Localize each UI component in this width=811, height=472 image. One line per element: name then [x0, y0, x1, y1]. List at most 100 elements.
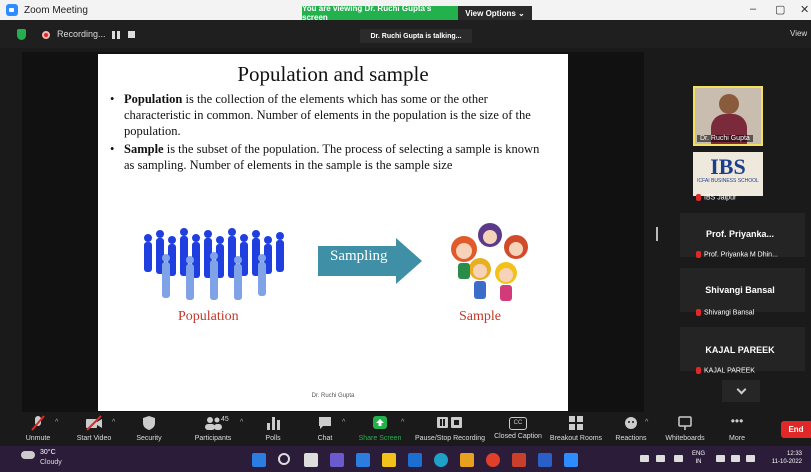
polls-button[interactable]: Polls [258, 414, 288, 442]
sample-caption: Sample [459, 309, 501, 324]
more-dots-icon: ••• [730, 414, 744, 428]
whiteboards-button[interactable]: Whiteboards [662, 414, 708, 442]
mic-muted-icon [696, 367, 701, 374]
edge-icon[interactable] [434, 453, 448, 467]
participant-name: IBS Jaipur [696, 194, 736, 201]
participant-display-name: Prof. Priyanka... [705, 229, 775, 239]
ibs-logo-subtitle: ICFAI BUSINESS SCHOOL [697, 178, 759, 184]
cloud-icon [21, 451, 35, 459]
weather-temperature[interactable]: 30°C [40, 449, 56, 456]
whiteboard-icon [678, 416, 692, 430]
population-crowd-image [144, 228, 284, 300]
chat-icon [319, 417, 331, 429]
system-clock[interactable]: 12:33 11-10-2022 [762, 450, 802, 466]
bolt-app-icon[interactable] [460, 453, 474, 467]
active-speaker-indicator: Dr. Ruchi Gupta is talking... [360, 29, 472, 43]
teams-chat-icon[interactable] [330, 453, 344, 467]
chrome-icon[interactable] [486, 453, 500, 467]
share-screen-button[interactable]: Share Screen [356, 414, 404, 442]
search-icon[interactable] [278, 453, 290, 465]
pause-stop-icon [437, 417, 462, 428]
end-meeting-button[interactable]: End [781, 421, 811, 438]
mic-muted-icon [31, 415, 45, 431]
task-view-icon[interactable] [304, 453, 318, 467]
wifi-icon[interactable] [716, 455, 725, 462]
word-icon[interactable] [538, 453, 552, 467]
pause-recording-icon[interactable] [112, 31, 120, 39]
recording-label: Recording... [57, 29, 106, 39]
mic-muted-icon [696, 309, 701, 316]
security-button[interactable]: Security [132, 414, 166, 442]
mic-muted-icon [696, 251, 701, 258]
stop-recording-icon[interactable] [128, 31, 135, 38]
participants-count: 45 [221, 416, 229, 423]
participant-name: KAJAL PAREEK [696, 367, 755, 374]
battery-icon[interactable] [674, 455, 683, 462]
view-options-button[interactable]: View Options ⌄ [458, 6, 532, 20]
shared-slide: Population and sample • Population is the… [98, 54, 568, 411]
participant-display-name: KAJAL PAREEK [705, 345, 775, 355]
chat-button[interactable]: Chat [310, 414, 340, 442]
slide-footer: Dr. Ruchi Gupta [311, 393, 355, 399]
file-explorer-icon[interactable] [382, 453, 396, 467]
audio-options-caret[interactable]: ^ [55, 419, 58, 426]
pause-stop-recording-button[interactable]: Pause/Stop Recording [412, 414, 488, 442]
slide-title: Population and sample [237, 62, 429, 86]
zoom-icon [6, 4, 18, 16]
zoom-taskbar-icon[interactable] [564, 453, 578, 467]
panel-resize-handle[interactable] [656, 227, 658, 241]
sampling-label: Sampling [330, 248, 388, 264]
input-language[interactable]: ENG IN [692, 450, 705, 466]
unmute-button[interactable]: Unmute [20, 414, 56, 442]
participants-options-caret[interactable]: ^ [240, 419, 243, 426]
participant-tile-logo[interactable]: IBS ICFAI BUSINESS SCHOOL [693, 152, 763, 196]
battery-status-icon[interactable] [746, 455, 755, 462]
video-options-caret[interactable]: ^ [112, 419, 115, 426]
participant-face [719, 94, 739, 114]
bullet-population: • Population is the collection of the ele… [110, 92, 531, 138]
tray-chevron-icon[interactable] [640, 455, 649, 462]
cc-icon: CC [509, 417, 527, 430]
closed-caption-button[interactable]: CC Closed Caption [492, 414, 544, 440]
more-button[interactable]: ••• More [722, 414, 752, 442]
population-caption: Population [178, 309, 239, 324]
onedrive-icon[interactable] [656, 455, 665, 462]
polls-icon [267, 417, 280, 430]
screen-share-banner: You are viewing Dr. Ruchi Gupta's screen [302, 4, 458, 22]
participant-tile-video[interactable]: Dr. Ruchi Gupta [693, 86, 763, 146]
window-title: Zoom Meeting [24, 4, 88, 16]
share-options-caret[interactable]: ^ [401, 419, 404, 426]
windows-start-icon[interactable] [252, 453, 266, 467]
participant-name: Dr. Ruchi Gupta [697, 135, 753, 142]
view-button[interactable]: View [790, 29, 807, 38]
sample-children-image [451, 223, 528, 301]
bullet-sample: • Sample is the subset of the population.… [110, 142, 540, 172]
minimize-button[interactable]: – [750, 3, 756, 15]
security-shield-icon[interactable] [17, 29, 26, 40]
reactions-button[interactable]: Reactions [614, 414, 648, 442]
volume-icon[interactable] [731, 455, 740, 462]
participant-display-name: Shivangi Bansal [705, 285, 775, 295]
mail-icon[interactable] [408, 453, 422, 467]
ibs-logo: IBS [710, 154, 746, 179]
chat-options-caret[interactable]: ^ [342, 419, 345, 426]
shield-icon [143, 416, 155, 430]
reactions-options-caret[interactable]: ^ [645, 419, 648, 426]
powerpoint-icon[interactable] [512, 453, 526, 467]
participant-name: Shivangi Bansal [696, 309, 754, 316]
windows-taskbar [0, 446, 811, 472]
start-video-button[interactable]: Start Video [72, 414, 116, 442]
breakout-rooms-icon [569, 416, 583, 430]
participants-button[interactable]: Participants [190, 414, 236, 442]
close-button[interactable]: ✕ [800, 3, 809, 16]
reactions-icon [625, 417, 637, 429]
mic-muted-icon [696, 194, 701, 201]
scroll-down-button[interactable] [722, 380, 760, 402]
recording-icon [42, 31, 50, 39]
chevron-down-icon [736, 384, 746, 395]
maximize-button[interactable]: ▢ [775, 3, 785, 16]
zoom-window: Zoom Meeting You are viewing Dr. Ruchi G… [0, 0, 811, 472]
video-off-icon [86, 415, 102, 431]
breakout-rooms-button[interactable]: Breakout Rooms [548, 414, 604, 442]
widgets-icon[interactable] [356, 453, 370, 467]
